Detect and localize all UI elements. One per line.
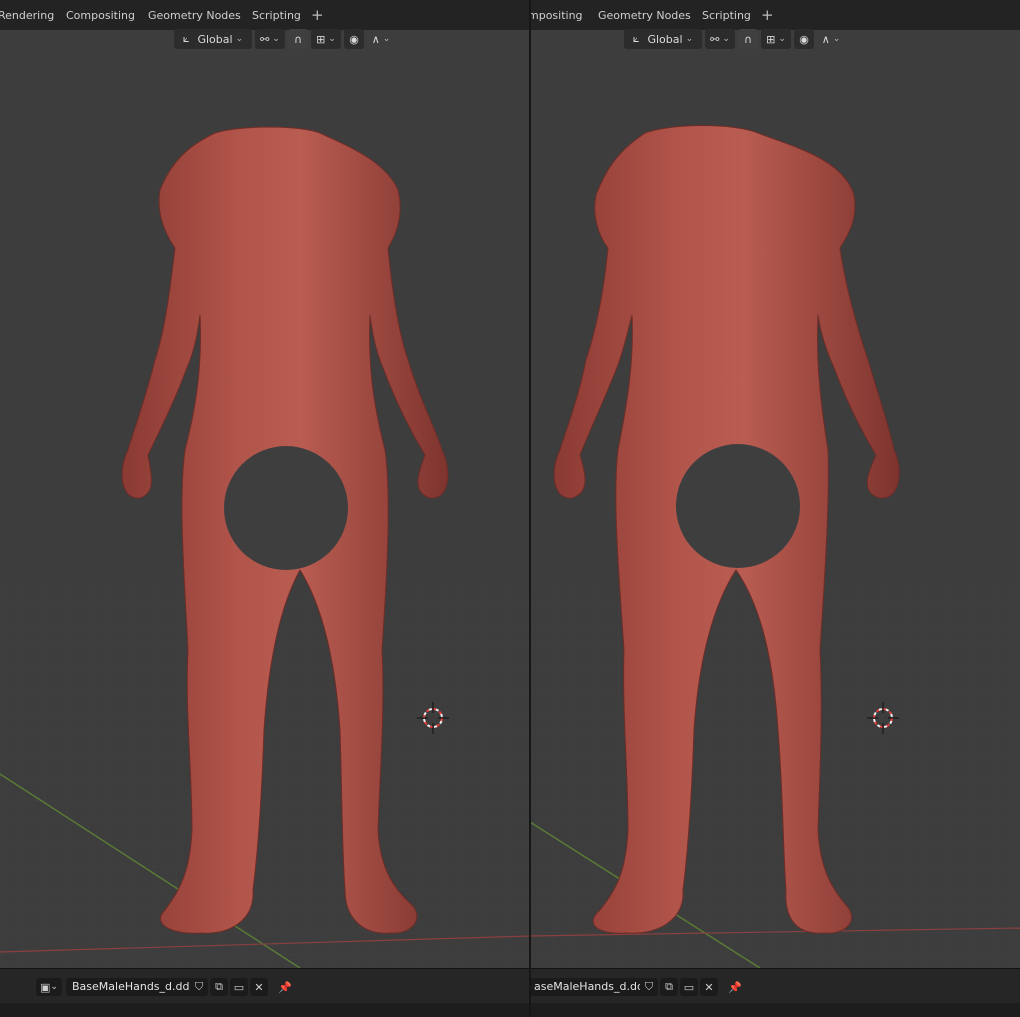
chevron-down-icon: ⌄ — [722, 34, 730, 44]
pin-button[interactable]: 📌 — [726, 978, 744, 996]
open-folder-icon: ▭ — [683, 980, 695, 994]
pin-icon: 📌 — [278, 980, 292, 994]
snap-toggle[interactable]: ∩ — [738, 29, 758, 49]
new-image-icon: ⧉ — [215, 980, 223, 993]
open-image-button[interactable]: ▭ — [230, 978, 248, 996]
chevron-down-icon: ⌄ — [778, 34, 786, 44]
image-editor-header: aseMaleHands_d.dds ⛉ ⧉ ▭ ✕ 📌 — [530, 968, 1020, 1004]
tab-compositing[interactable]: mpositing — [530, 9, 583, 22]
chevron-down-icon: ⌄ — [832, 34, 841, 44]
chevron-down-icon: ⌄ — [235, 34, 244, 44]
fake-user-shield-icon: ⛉ — [644, 980, 654, 993]
editor-type-dropdown[interactable]: ▣ ⌄ — [36, 978, 62, 996]
proportional-editing-icon: ◉ — [799, 32, 809, 46]
chevron-down-icon: ⌄ — [272, 34, 280, 44]
tab-rendering[interactable]: Rendering — [0, 9, 54, 22]
proportional-editing-toggle[interactable]: ◉ — [794, 29, 814, 49]
snap-target-dropdown[interactable]: ⊞ ⌄ — [761, 29, 791, 49]
image-filename-field[interactable]: BaseMaleHands_d.dds — [66, 978, 202, 996]
status-strip — [530, 1003, 1020, 1017]
transform-orientation-dropdown[interactable]: ⟀ Global ⌄ — [174, 29, 252, 49]
chevron-down-icon: ⌄ — [685, 34, 694, 44]
tab-geometry-nodes[interactable]: Geometry Nodes — [598, 9, 691, 22]
tab-geometry-nodes[interactable]: Geometry Nodes — [148, 9, 241, 22]
unlink-x-icon: ✕ — [254, 980, 264, 994]
viewport-scene — [530, 125, 1020, 968]
chevron-down-icon: ⌄ — [382, 34, 391, 44]
pivot-point-icon: ⚯ — [710, 32, 720, 46]
tab-scripting[interactable]: Scripting — [252, 9, 301, 22]
pivot-point-dropdown[interactable]: ⚯ ⌄ — [255, 29, 285, 49]
image-filename-field[interactable]: aseMaleHands_d.dds — [530, 978, 656, 996]
transform-orientation-icon: ⟀ — [632, 32, 640, 45]
tab-scripting[interactable]: Scripting — [702, 9, 751, 22]
snap-icon: ∩ — [293, 32, 303, 46]
workspace-tab-bar: Rendering Compositing Geometry Nodes Scr… — [0, 0, 530, 30]
snap-increment-icon: ⊞ — [766, 32, 776, 46]
pivot-point-dropdown[interactable]: ⚯ ⌄ — [705, 29, 735, 49]
new-image-button[interactable]: ⧉ — [210, 978, 228, 996]
unlink-image-button[interactable]: ✕ — [700, 978, 718, 996]
proportional-editing-toggle[interactable]: ◉ — [344, 29, 364, 49]
proportional-falloff-dropdown[interactable]: ∧ ⌄ — [367, 29, 395, 49]
fake-user-button[interactable]: ⛉ — [190, 978, 208, 996]
new-image-icon: ⧉ — [665, 980, 673, 993]
viewport-scene — [0, 126, 530, 968]
transform-orientation-icon: ⟀ — [182, 32, 190, 45]
tab-compositing[interactable]: Compositing — [66, 9, 135, 22]
new-image-button[interactable]: ⧉ — [660, 978, 678, 996]
viewport-header: ⟀ Global ⌄ ⚯ ⌄ ∩ ⊞ ⌄ ◉ ∧ ⌄ — [624, 29, 848, 49]
open-folder-icon: ▭ — [233, 980, 245, 994]
proportional-falloff-dropdown[interactable]: ∧ ⌄ — [817, 29, 845, 49]
fake-user-button[interactable]: ⛉ — [640, 978, 658, 996]
snap-toggle[interactable]: ∩ — [288, 29, 308, 49]
open-image-button[interactable]: ▭ — [680, 978, 698, 996]
orientation-label: Global — [647, 32, 683, 46]
pin-button[interactable]: 📌 — [276, 978, 294, 996]
right-blender-window: mpositing Geometry Nodes Scripting + ⟀ G… — [530, 0, 1020, 1017]
falloff-curve-icon: ∧ — [371, 32, 380, 46]
snap-icon: ∩ — [743, 32, 753, 46]
window-divider — [529, 0, 531, 1017]
pivot-point-icon: ⚯ — [260, 32, 270, 46]
fake-user-shield-icon: ⛉ — [194, 980, 204, 993]
status-strip — [0, 1003, 530, 1017]
falloff-curve-icon: ∧ — [821, 32, 830, 46]
proportional-editing-icon: ◉ — [349, 32, 359, 46]
add-workspace-button[interactable]: + — [761, 6, 774, 24]
image-editor-header: ▣ ⌄ BaseMaleHands_d.dds ⛉ ⧉ ▭ ✕ 📌 — [0, 968, 530, 1004]
censor-disc — [224, 446, 348, 570]
workspace-tab-bar: mpositing Geometry Nodes Scripting + — [530, 0, 1020, 30]
left-blender-window: Rendering Compositing Geometry Nodes Scr… — [0, 0, 530, 1017]
orientation-label: Global — [197, 32, 233, 46]
unlink-x-icon: ✕ — [704, 980, 714, 994]
3d-viewport[interactable] — [530, 30, 1020, 968]
3d-viewport[interactable] — [0, 30, 530, 968]
image-editor-type-icon: ▣ — [40, 980, 51, 994]
unlink-image-button[interactable]: ✕ — [250, 978, 268, 996]
snap-increment-icon: ⊞ — [316, 32, 326, 46]
pin-icon: 📌 — [728, 980, 742, 994]
snap-target-dropdown[interactable]: ⊞ ⌄ — [311, 29, 341, 49]
censor-disc — [676, 444, 800, 568]
transform-orientation-dropdown[interactable]: ⟀ Global ⌄ — [624, 29, 702, 49]
chevron-down-icon: ⌄ — [328, 34, 336, 44]
add-workspace-button[interactable]: + — [311, 6, 324, 24]
viewport-header: ⟀ Global ⌄ ⚯ ⌄ ∩ ⊞ ⌄ ◉ ∧ ⌄ — [174, 29, 398, 49]
